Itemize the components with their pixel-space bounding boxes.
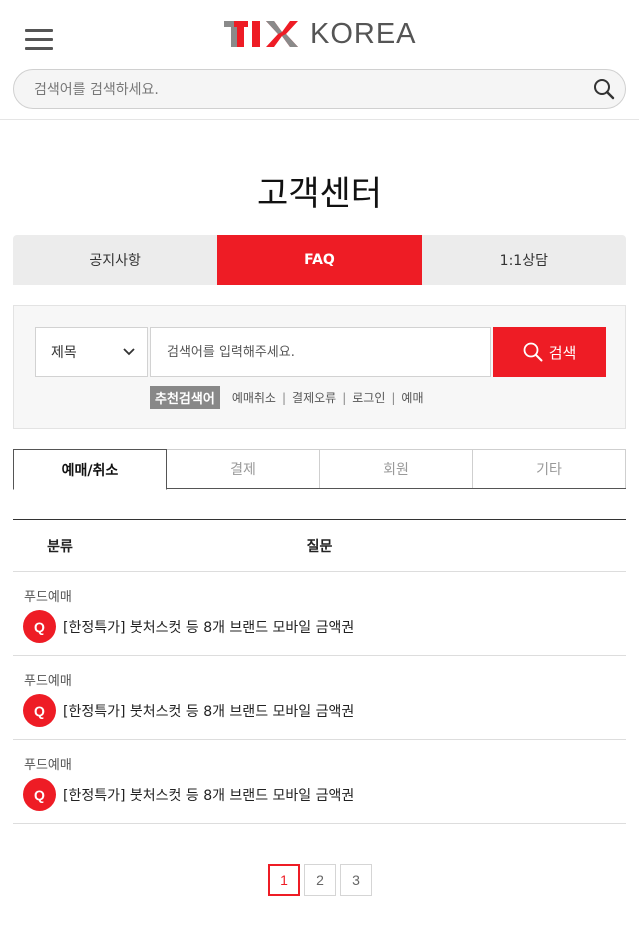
keyword-link[interactable]: 로그인 [352,389,385,406]
search-icon[interactable] [593,78,615,100]
table-row[interactable]: 푸드예매 Q [한정특가] 붓처스컷 등 8개 브랜드 모바일 금액권 [13,740,626,824]
keyword-link[interactable]: 예매 [401,389,423,406]
tab-category-etc[interactable]: 기타 [472,449,626,488]
faq-search-box: 제목 검색 추천검색어 예매취소 | 결제오류 | 로그인 | 예매 [13,305,626,429]
main-tabs: 공지사항 FAQ 1:1상담 [13,235,626,285]
question-text[interactable]: [한정특가] 붓처스컷 등 8개 브랜드 모바일 금액권 [63,701,354,721]
recommended-keywords: 추천검색어 예매취소 | 결제오류 | 로그인 | 예매 [150,386,424,409]
header-question: 질문 [306,538,333,555]
table-row[interactable]: 푸드예매 Q [한정특가] 붓처스컷 등 8개 브랜드 모바일 금액권 [13,656,626,740]
q-badge-icon: Q [23,694,56,727]
tab-category-booking[interactable]: 예매/취소 [13,449,167,490]
faq-search-field [150,327,491,377]
table-header: 분류 질문 [13,520,626,572]
faq-search-button[interactable]: 검색 [493,327,606,377]
tab-faq[interactable]: FAQ [217,235,422,285]
faq-search-button-label: 검색 [548,343,577,362]
menu-icon[interactable] [25,29,53,53]
search-type-value: 제목 [51,345,77,361]
logo[interactable]: KOREA [224,18,417,50]
pagination: 1 2 3 [268,864,376,896]
row-question: Q [한정특가] 붓처스컷 등 8개 브랜드 모바일 금액권 [23,778,354,811]
keyword-link[interactable]: 결제오류 [292,389,336,406]
q-badge-icon: Q [23,610,56,643]
row-question: Q [한정특가] 붓처스컷 등 8개 브랜드 모바일 금액권 [23,610,354,643]
logo-text: KOREA [310,17,417,50]
row-category: 푸드예매 [24,758,72,773]
tab-category-member[interactable]: 회원 [319,449,473,488]
chevron-down-icon [123,348,135,356]
table-row[interactable]: 푸드예매 Q [한정특가] 붓처스컷 등 8개 브랜드 모바일 금액권 [13,572,626,656]
row-question: Q [한정특가] 붓처스컷 등 8개 브랜드 모바일 금액권 [23,694,354,727]
keyword-divider: | [391,390,396,405]
keyword-divider: | [281,390,287,405]
page-button-current[interactable]: 1 [268,864,300,896]
tix-logo-icon [224,21,298,47]
row-category: 푸드예매 [24,590,72,605]
q-badge-icon: Q [23,778,56,811]
header: KOREA [0,0,639,120]
row-category: 푸드예매 [24,674,72,689]
tab-category-payment[interactable]: 결제 [166,449,320,488]
keywords-label: 추천검색어 [150,386,220,409]
question-text[interactable]: [한정특가] 붓처스컷 등 8개 브랜드 모바일 금액권 [63,785,354,805]
tab-notice[interactable]: 공지사항 [13,235,217,285]
header-category: 분류 [47,538,73,555]
category-tabs: 예매/취소 결제 회원 기타 [13,449,626,490]
keyword-link[interactable]: 예매취소 [232,389,276,406]
page-title: 고객센터 [256,174,383,214]
site-search-input[interactable] [34,78,574,102]
question-text[interactable]: [한정특가] 붓처스컷 등 8개 브랜드 모바일 금액권 [63,617,354,637]
faq-search-input[interactable] [151,328,490,376]
keyword-divider: | [342,390,347,405]
faq-table: 분류 질문 푸드예매 Q [한정특가] 붓처스컷 등 8개 브랜드 모바일 금액… [13,519,626,824]
page-button[interactable]: 2 [304,864,336,896]
page-button[interactable]: 3 [340,864,372,896]
site-search-bar [13,69,626,109]
tab-inquiry[interactable]: 1:1상담 [422,235,626,285]
search-icon [523,342,543,362]
search-type-select[interactable]: 제목 [35,327,148,377]
